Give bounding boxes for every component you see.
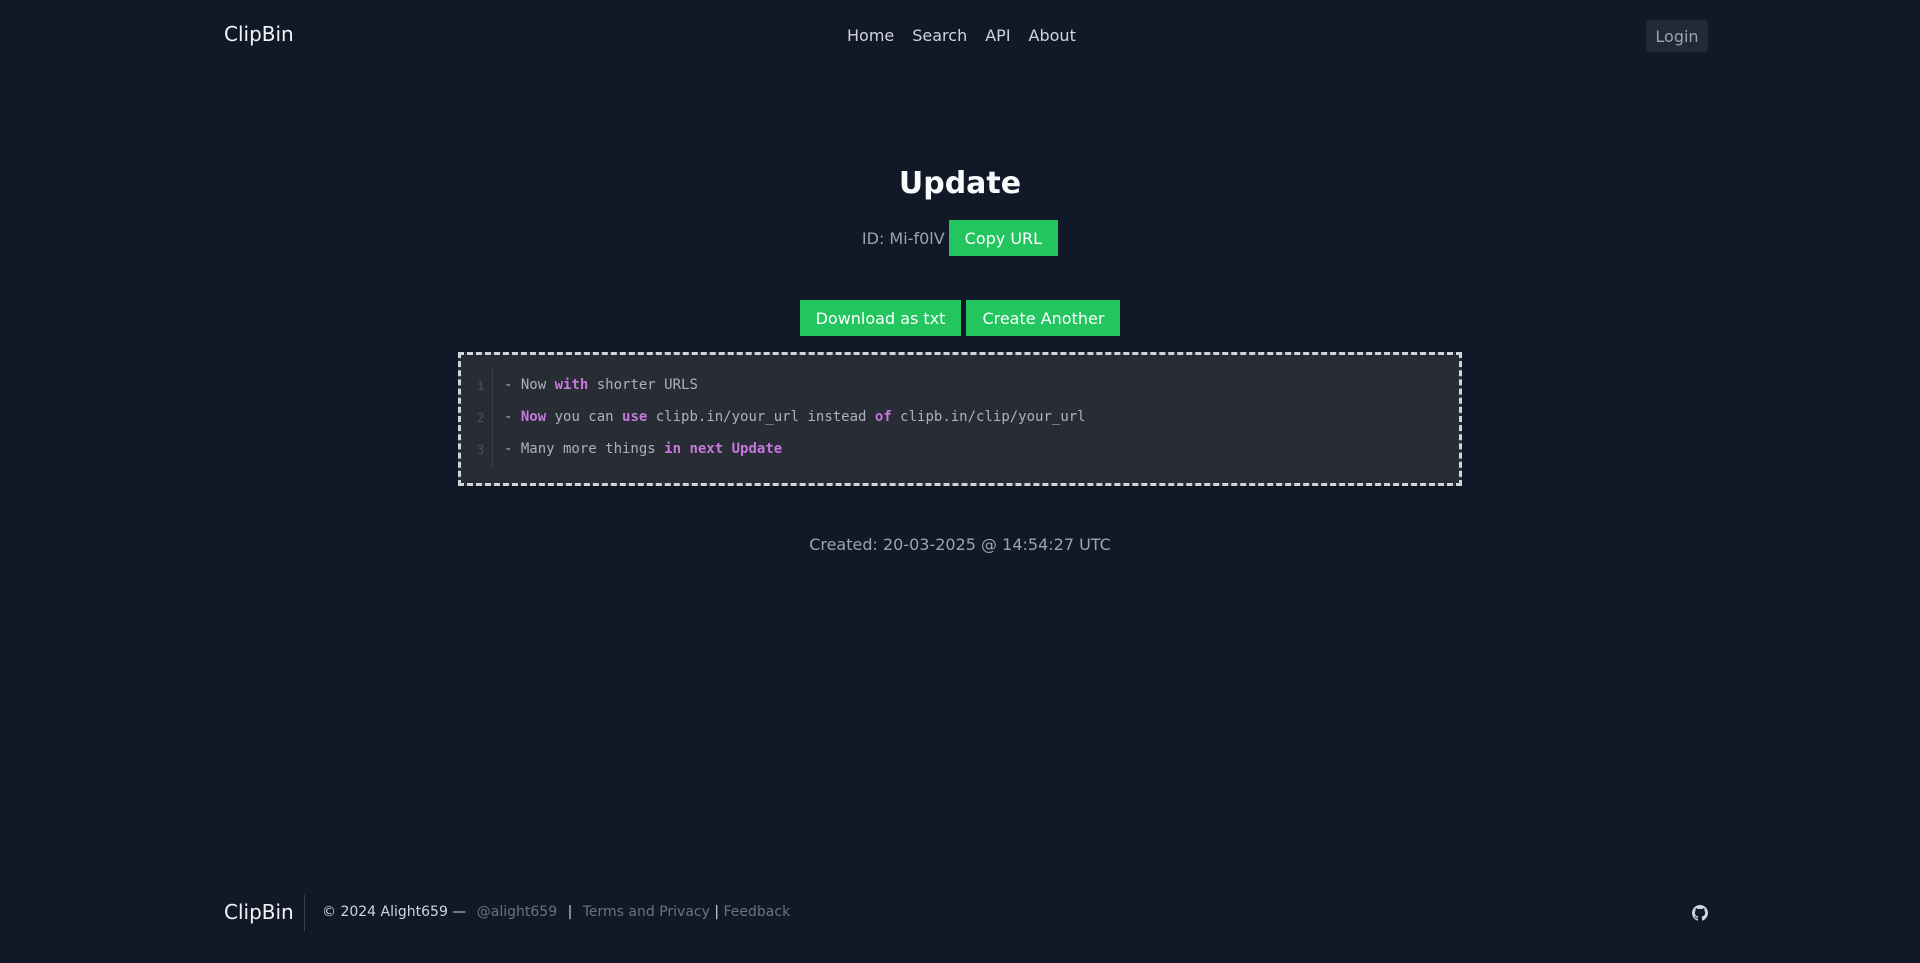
- code-text: you can: [546, 409, 623, 425]
- footer-separator: |: [567, 904, 573, 920]
- download-txt-button[interactable]: Download as txt: [799, 300, 962, 336]
- clip-actions: Download as txt Create Another: [0, 300, 1920, 336]
- code-line: - Now you can use clipb.in/your_url inst…: [504, 409, 1086, 425]
- site-header: ClipBin Home Search API About Login: [0, 0, 1920, 72]
- code-keyword: in: [664, 441, 682, 457]
- brand-logo[interactable]: ClipBin: [224, 22, 294, 46]
- author-handle-link[interactable]: @alight659: [477, 904, 557, 920]
- code-text: - Many more things: [504, 441, 665, 457]
- code-text: - Now: [504, 377, 555, 393]
- copyright-text: © 2024 Alight659 —: [322, 904, 467, 920]
- code-keyword: Update: [731, 441, 783, 457]
- code-keyword: Now: [520, 409, 547, 425]
- code-keyword: use: [622, 409, 648, 425]
- line-number-gutter: 1 2 3: [461, 369, 493, 469]
- code-keyword: with: [554, 377, 589, 393]
- clip-id: ID: Mi-f0lV: [861, 228, 945, 248]
- create-another-button[interactable]: Create Another: [966, 300, 1121, 336]
- footer-brand[interactable]: ClipBin: [224, 900, 294, 924]
- nav-home[interactable]: Home: [847, 26, 894, 45]
- footer-copyright: © 2024 Alight659 — @alight659 | Terms an…: [322, 904, 790, 920]
- created-timestamp: Created: 20-03-2025 @ 14:54:27 UTC: [809, 535, 1111, 554]
- terms-link[interactable]: Terms and Privacy: [583, 904, 710, 920]
- footer-divider: [304, 895, 305, 931]
- code-text: -: [504, 409, 521, 425]
- feedback-link[interactable]: Feedback: [724, 904, 791, 920]
- code-keyword: of: [874, 409, 892, 425]
- line-number: 3: [477, 443, 485, 457]
- footer-separator-2: |: [714, 904, 720, 920]
- code-text: shorter URLS: [588, 377, 698, 393]
- code-line: - Many more things in next Update: [504, 441, 782, 457]
- main-nav: Home Search API About: [847, 26, 1076, 45]
- code-viewer[interactable]: 123 - Now with shorter URLS - Now you can…: [458, 352, 1462, 486]
- code-line: - Now with shorter URLS: [504, 377, 698, 393]
- code-text: clipb.in/clip/your_url: [891, 409, 1086, 425]
- github-icon[interactable]: [1692, 905, 1708, 921]
- site-footer: ClipBin © 2024 Alight659 — @alight659 | …: [0, 880, 1920, 940]
- nav-about[interactable]: About: [1029, 26, 1076, 45]
- nav-api[interactable]: API: [985, 26, 1010, 45]
- line-number: 2: [477, 411, 485, 425]
- code-text: clipb.in/your_url instead: [647, 409, 875, 425]
- login-button[interactable]: Login: [1646, 20, 1708, 52]
- nav-search[interactable]: Search: [912, 26, 967, 45]
- clip-title: Update: [898, 166, 1022, 201]
- code-keyword: next: [689, 441, 724, 457]
- line-number: 1: [477, 379, 485, 393]
- clip-id-row: ID: Mi-f0lV Copy URL: [0, 220, 1920, 256]
- copy-url-button[interactable]: Copy URL: [948, 220, 1059, 256]
